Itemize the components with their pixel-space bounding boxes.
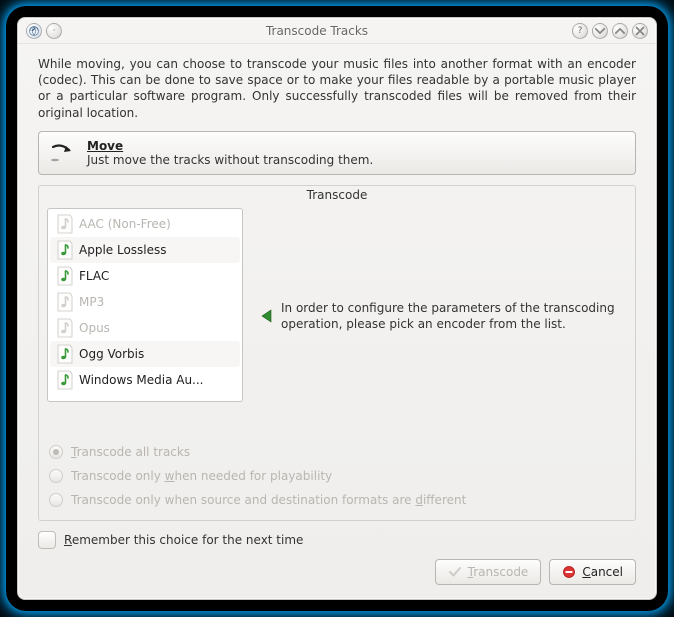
app-menu-button[interactable] [26,23,42,39]
transcode-button[interactable]: Transcode [435,559,542,585]
radio-indicator [49,493,63,507]
codec-label: Windows Media Au... [79,373,204,387]
move-button-title: Move [87,139,373,153]
codec-item[interactable]: FLAC [50,263,240,289]
hint-text: In order to configure the parameters of … [281,300,627,332]
radio-group: Transcode all tracks Transcode only when … [47,440,627,512]
transcode-scope-radio: Transcode only when source and destinati… [47,488,627,512]
pin-button[interactable]: · [46,23,62,39]
radio-indicator [49,469,63,483]
radio-label: Transcode only when source and destinati… [71,493,466,507]
note-file-icon [55,318,73,338]
transcode-group: Transcode AAC (Non-Free) Apple Lossless FL… [38,185,636,521]
hint-pane: In order to configure the parameters of … [253,208,627,424]
maximize-button[interactable] [612,23,628,39]
codec-item: AAC (Non-Free) [50,211,240,237]
codec-item: MP3 [50,289,240,315]
transcode-scope-radio: Transcode all tracks [47,440,627,464]
note-file-icon [55,266,73,286]
transcode-scope-radio: Transcode only when needed for playabili… [47,464,627,488]
radio-indicator [49,445,63,459]
check-icon [448,565,462,579]
note-file-icon [55,292,73,312]
dialog-content: While moving, you can choose to transcod… [18,44,656,599]
remember-checkbox[interactable] [38,531,56,549]
codec-label: FLAC [79,269,109,283]
transcode-group-legend: Transcode [39,188,635,202]
note-file-icon [55,344,73,364]
help-button[interactable]: ? [572,23,588,39]
window-title: Transcode Tracks [64,24,570,38]
codec-item[interactable]: Ogg Vorbis [50,341,240,367]
remember-checkbox-row[interactable]: Remember this choice for the next time [38,531,636,549]
dialog-window: · Transcode Tracks ? While moving, you c… [17,17,657,600]
note-file-icon [55,214,73,234]
close-button[interactable] [632,23,648,39]
cancel-icon [562,565,576,579]
codec-label: MP3 [79,295,104,309]
codec-item: Opus [50,315,240,341]
cancel-button[interactable]: Cancel [549,559,636,585]
remember-label: Remember this choice for the next time [64,533,303,547]
radio-label: Transcode all tracks [71,445,190,459]
titlebar: · Transcode Tracks ? [18,18,656,44]
note-file-icon [55,370,73,390]
codec-label: AAC (Non-Free) [79,217,171,231]
codec-list[interactable]: AAC (Non-Free) Apple Lossless FLAC MP3 Opus O… [47,208,243,402]
codec-label: Opus [79,321,110,335]
codec-item[interactable]: Apple Lossless [50,237,240,263]
arrow-left-icon [259,308,273,324]
move-button-subtitle: Just move the tracks without transcoding… [87,153,373,167]
move-arrow-icon [49,141,77,165]
radio-label: Transcode only when needed for playabili… [71,469,332,483]
codec-label: Ogg Vorbis [79,347,144,361]
codec-label: Apple Lossless [79,243,167,257]
move-button[interactable]: Move Just move the tracks without transc… [38,131,636,175]
codec-item[interactable]: Windows Media Au... [50,367,240,393]
minimize-button[interactable] [592,23,608,39]
description-text: While moving, you can choose to transcod… [38,56,636,121]
note-file-icon [55,240,73,260]
